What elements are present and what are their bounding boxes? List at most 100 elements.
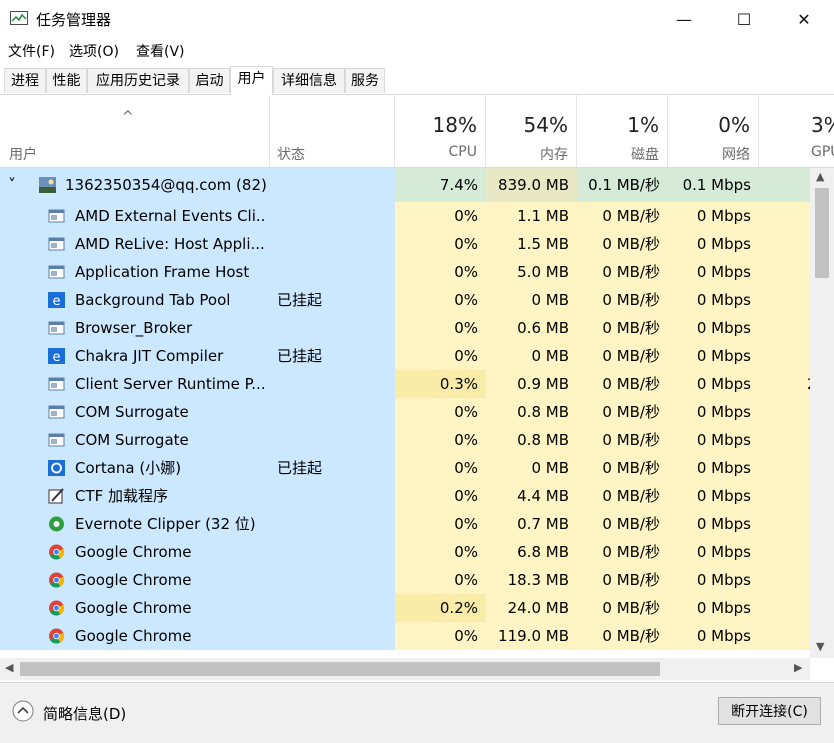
process-status xyxy=(277,622,387,650)
process-status xyxy=(277,370,387,398)
process-memory: 0.6 MB xyxy=(517,319,569,337)
evernote-icon xyxy=(49,516,64,532)
chrome-icon xyxy=(49,628,65,644)
menu-bar: 文件(F) 选项(O) 查看(V) xyxy=(0,38,834,63)
tab-startup[interactable]: 启动 xyxy=(189,68,230,93)
user-group-row[interactable]: ˅ 1362350354@qq.com (82) 7.4% 839.0 MB 0… xyxy=(0,168,810,202)
maximize-button[interactable]: ☐ xyxy=(714,0,774,38)
process-row[interactable]: COM Surrogate 0% 0.8 MB 0 MB/秒 0 Mbps xyxy=(0,398,810,426)
process-network: 0 Mbps xyxy=(696,599,751,617)
column-user[interactable]: ^ 用户 xyxy=(0,95,270,167)
column-network[interactable]: 0% 网络 xyxy=(668,95,759,167)
process-cpu: 0% xyxy=(454,543,478,561)
edge-icon: e xyxy=(48,348,65,364)
process-cpu: 0% xyxy=(454,431,478,449)
process-network: 0 Mbps xyxy=(696,515,751,533)
process-name: Google Chrome xyxy=(75,571,192,589)
fewer-details-link[interactable]: 简略信息(D) xyxy=(43,703,126,724)
process-cpu: 0% xyxy=(454,291,478,309)
process-memory: 0.9 MB xyxy=(517,375,569,393)
close-button[interactable]: ✕ xyxy=(774,0,834,38)
process-row[interactable]: Evernote Clipper (32 位) 0% 0.7 MB 0 MB/秒 0 M… xyxy=(0,510,810,538)
tab-strip: 进程 性能 应用历史记录 启动 用户 详细信息 服务 xyxy=(0,66,834,95)
process-disk: 0 MB/秒 xyxy=(602,431,660,449)
process-status xyxy=(277,510,387,538)
vertical-scroll-thumb[interactable] xyxy=(815,188,829,278)
scroll-right-icon[interactable]: ▶ xyxy=(794,661,802,674)
process-row[interactable]: Browser_Broker 0% 0.6 MB 0 MB/秒 0 Mbps xyxy=(0,314,810,342)
svg-text:e: e xyxy=(53,350,61,364)
window-icon xyxy=(48,209,65,223)
scroll-down-icon[interactable]: ▼ xyxy=(816,640,824,653)
task-manager-icon xyxy=(10,11,28,25)
process-disk: 0 MB/秒 xyxy=(602,291,660,309)
process-row[interactable]: CTF 加载程序 0% 4.4 MB 0 MB/秒 0 Mbps xyxy=(0,482,810,510)
process-name: Cortana (小娜) xyxy=(75,459,182,477)
process-name: Browser_Broker xyxy=(75,319,193,337)
disk-label: 磁盘 xyxy=(631,147,659,163)
menu-view[interactable]: 查看(V) xyxy=(136,41,185,61)
tab-performance[interactable]: 性能 xyxy=(46,68,87,93)
group-network: 0.1 Mbps xyxy=(682,176,751,194)
process-memory: 5.0 MB xyxy=(517,263,569,281)
process-cpu: 0.3% xyxy=(439,375,478,393)
horizontal-scroll-thumb[interactable] xyxy=(20,662,660,676)
process-cpu: 0% xyxy=(454,627,478,645)
collapse-details-icon[interactable] xyxy=(12,700,34,722)
horizontal-scrollbar[interactable]: ◀ ▶ xyxy=(0,658,810,680)
collapse-chevron-icon[interactable]: ˅ xyxy=(8,168,16,202)
process-row[interactable]: Application Frame Host 0% 5.0 MB 0 MB/秒 0 Mb… xyxy=(0,258,810,286)
network-total: 0% xyxy=(718,113,750,137)
menu-options[interactable]: 选项(O) xyxy=(69,41,119,61)
tab-details[interactable]: 详细信息 xyxy=(273,68,345,93)
process-row[interactable]: Google Chrome 0% 119.0 MB 0 MB/秒 0 Mbps xyxy=(0,622,810,650)
process-row[interactable]: e Background Tab Pool 已挂起 0% 0 MB 0 MB/秒 0 Mbp… xyxy=(0,286,810,314)
column-user-label: 用户 xyxy=(9,147,37,163)
process-memory: 0.8 MB xyxy=(517,403,569,421)
process-disk: 0 MB/秒 xyxy=(602,347,660,365)
process-name: Chakra JIT Compiler xyxy=(75,347,224,365)
vertical-scrollbar[interactable]: ▲ ▼ xyxy=(810,168,834,658)
process-row[interactable]: Google Chrome 0.2% 24.0 MB 0 MB/秒 0 Mbps xyxy=(0,594,810,622)
process-row[interactable]: Google Chrome 0% 18.3 MB 0 MB/秒 0 Mbps xyxy=(0,566,810,594)
chrome-icon xyxy=(49,572,65,588)
process-memory: 1.1 MB xyxy=(517,207,569,225)
process-cpu: 0% xyxy=(454,319,478,337)
process-row[interactable]: AMD External Events Cli... 0% 1.1 MB 0 MB/秒… xyxy=(0,202,810,230)
column-status[interactable]: 状态 xyxy=(270,95,395,167)
process-row[interactable]: Google Chrome 0% 6.8 MB 0 MB/秒 0 Mbps xyxy=(0,538,810,566)
process-row[interactable]: COM Surrogate 0% 0.8 MB 0 MB/秒 0 Mbps xyxy=(0,426,810,454)
process-cpu: 0% xyxy=(454,263,478,281)
process-cpu: 0% xyxy=(454,403,478,421)
disk-total: 1% xyxy=(627,113,659,137)
disconnect-button[interactable]: 断开连接(C) xyxy=(718,697,821,725)
window-icon xyxy=(48,237,65,251)
tab-processes[interactable]: 进程 xyxy=(4,68,46,93)
tab-services[interactable]: 服务 xyxy=(345,68,385,93)
process-disk: 0 MB/秒 xyxy=(602,627,660,645)
process-row[interactable]: Client Server Runtime P... 0.3% 0.9 MB 0 MB… xyxy=(0,370,810,398)
menu-file[interactable]: 文件(F) xyxy=(8,41,55,61)
process-status xyxy=(277,314,387,342)
process-row[interactable]: e Chakra JIT Compiler 已挂起 0% 0 MB 0 MB/秒 0 Mbp… xyxy=(0,342,810,370)
process-row[interactable]: AMD ReLive: Host Appli... 0% 1.5 MB 0 MB/秒 0… xyxy=(0,230,810,258)
process-network: 0 Mbps xyxy=(696,459,751,477)
process-status: 已挂起 xyxy=(277,291,323,309)
process-memory: 6.8 MB xyxy=(517,543,569,561)
process-network: 0 Mbps xyxy=(696,347,751,365)
cortana-icon xyxy=(48,460,65,476)
column-gpu[interactable]: 3% GPU xyxy=(759,95,834,167)
column-memory[interactable]: 54% 内存 xyxy=(486,95,577,167)
tab-app-history[interactable]: 应用历史记录 xyxy=(87,68,189,93)
chrome-icon xyxy=(49,600,65,616)
column-cpu[interactable]: 18% CPU xyxy=(395,95,486,167)
scroll-up-icon[interactable]: ▲ xyxy=(816,170,824,183)
scroll-left-icon[interactable]: ◀ xyxy=(5,661,13,674)
column-disk[interactable]: 1% 磁盘 xyxy=(577,95,668,167)
minimize-button[interactable]: — xyxy=(654,0,714,38)
edge-icon: e xyxy=(48,292,65,308)
process-row[interactable]: Cortana (小娜) 已挂起 0% 0 MB 0 MB/秒 0 Mbps xyxy=(0,454,810,482)
process-cpu: 0% xyxy=(454,487,478,505)
tab-users[interactable]: 用户 xyxy=(230,66,273,95)
process-status xyxy=(277,202,387,230)
